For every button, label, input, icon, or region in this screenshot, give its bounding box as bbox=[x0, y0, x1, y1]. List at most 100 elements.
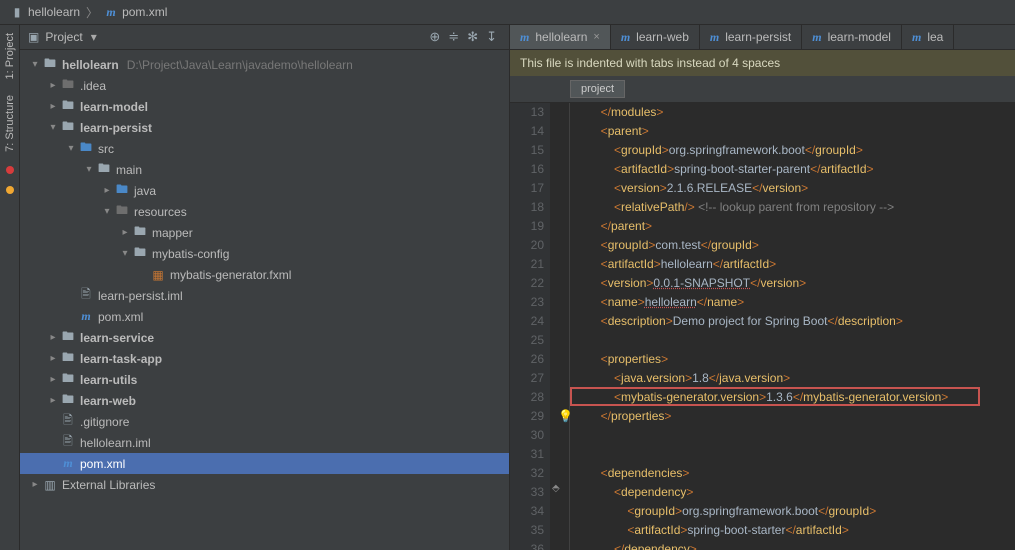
editor-breadcrumb-chip[interactable]: project bbox=[570, 80, 625, 98]
tree-arrow-icon[interactable] bbox=[46, 80, 60, 91]
fold-marker-icon[interactable]: ⬘ bbox=[552, 483, 560, 494]
tree-node[interactable]: 🖿learn-utils bbox=[20, 369, 509, 390]
line-number: 25 bbox=[510, 331, 544, 350]
settings-icon[interactable]: ✻ bbox=[467, 29, 478, 45]
code-line[interactable]: <description>Demo project for Spring Boo… bbox=[574, 312, 1015, 331]
tree-node[interactable]: 🖿learn-web bbox=[20, 390, 509, 411]
code-area[interactable]: 1314151617181920212223242526272829303132… bbox=[510, 103, 1015, 550]
close-icon[interactable]: × bbox=[593, 31, 599, 43]
tree-arrow-icon[interactable] bbox=[118, 227, 132, 238]
folder-icon: 🖿 bbox=[60, 390, 76, 411]
tree-arrow-icon[interactable] bbox=[100, 185, 114, 196]
tree-arrow-icon[interactable] bbox=[82, 164, 96, 175]
code-line[interactable]: </dependency> bbox=[574, 540, 1015, 550]
project-tree[interactable]: 🖿hellolearnD:\Project\Java\Learn\javadem… bbox=[20, 50, 509, 550]
code-line[interactable]: <artifactId>hellolearn</artifactId> bbox=[574, 255, 1015, 274]
breadcrumb-bar: ▮ hellolearn 〉 m pom.xml bbox=[0, 0, 1015, 25]
tree-node[interactable]: 🖿mapper bbox=[20, 222, 509, 243]
tree-node[interactable]: mpom.xml bbox=[20, 453, 509, 474]
code-line[interactable]: <groupId>org.springframework.boot</group… bbox=[574, 502, 1015, 521]
code-line[interactable]: <dependencies> bbox=[574, 464, 1015, 483]
code-line[interactable]: </parent> bbox=[574, 217, 1015, 236]
maven-icon: m bbox=[520, 30, 529, 45]
tree-arrow-icon[interactable] bbox=[46, 332, 60, 343]
tree-arrow-icon[interactable] bbox=[46, 353, 60, 364]
code-line[interactable]: <properties> bbox=[574, 350, 1015, 369]
tree-node[interactable]: ▥External Libraries bbox=[20, 474, 509, 495]
tree-arrow-icon[interactable] bbox=[100, 206, 114, 217]
line-number: 33 bbox=[510, 483, 544, 502]
src-icon: 🖿 bbox=[78, 138, 94, 159]
code-line[interactable]: <artifactId>spring-boot-starter-parent</… bbox=[574, 160, 1015, 179]
tree-node[interactable]: 🖿mybatis-config bbox=[20, 243, 509, 264]
tree-arrow-icon[interactable] bbox=[46, 122, 60, 133]
tree-node[interactable]: 🖹hellolearn.iml bbox=[20, 432, 509, 453]
code-line[interactable]: </modules> bbox=[574, 103, 1015, 122]
code-line[interactable]: <relativePath/> <!-- lookup parent from … bbox=[574, 198, 1015, 217]
tree-node[interactable]: 🖹learn-persist.iml bbox=[20, 285, 509, 306]
code-line[interactable]: <name>hellolearn</name> bbox=[574, 293, 1015, 312]
code-line[interactable]: <version>0.0.1-SNAPSHOT</version> bbox=[574, 274, 1015, 293]
project-pane-header: ▣ Project ▾ ⊕ ≑ ✻ ↧ bbox=[20, 25, 509, 50]
code-line[interactable]: <artifactId>spring-boot-starter</artifac… bbox=[574, 521, 1015, 540]
tree-arrow-icon[interactable] bbox=[46, 395, 60, 406]
chevron-down-icon[interactable]: ▾ bbox=[91, 30, 97, 44]
code-line[interactable]: <dependency> bbox=[574, 483, 1015, 502]
tree-node-label: External Libraries bbox=[62, 478, 155, 492]
line-number: 14 bbox=[510, 122, 544, 141]
tree-arrow-icon[interactable] bbox=[64, 143, 78, 154]
code-line[interactable]: <java.version>1.8</java.version> bbox=[574, 369, 1015, 388]
code-line[interactable]: <parent> bbox=[574, 122, 1015, 141]
tree-node[interactable]: 🖿learn-model bbox=[20, 96, 509, 117]
breadcrumb-root-label: hellolearn bbox=[28, 5, 80, 19]
tree-arrow-icon[interactable] bbox=[28, 479, 42, 490]
tree-node-label: learn-utils bbox=[80, 373, 137, 387]
editor-tab[interactable]: mhellolearn× bbox=[510, 25, 611, 49]
tree-node[interactable]: ▦mybatis-generator.fxml bbox=[20, 264, 509, 285]
tree-arrow-icon[interactable] bbox=[28, 59, 42, 70]
tree-arrow-icon[interactable] bbox=[118, 248, 132, 259]
intention-bulb-icon[interactable]: 💡 bbox=[558, 407, 573, 426]
tree-node[interactable]: 🖿main bbox=[20, 159, 509, 180]
code-line[interactable] bbox=[574, 426, 1015, 445]
code-line[interactable]: <version>2.1.6.RELEASE</version> bbox=[574, 179, 1015, 198]
code-line[interactable]: </properties>💡 bbox=[574, 407, 1015, 426]
breadcrumb-root[interactable]: ▮ hellolearn bbox=[6, 5, 84, 19]
tree-arrow-icon[interactable] bbox=[46, 101, 60, 112]
line-number: 13 bbox=[510, 103, 544, 122]
editor-tab[interactable]: mlea bbox=[902, 25, 954, 49]
tree-node[interactable]: 🖿learn-persist bbox=[20, 117, 509, 138]
breadcrumb-file[interactable]: m pom.xml bbox=[100, 5, 171, 19]
scroll-from-source-icon[interactable]: ⊕ bbox=[429, 29, 440, 45]
code-line[interactable]: <mybatis-generator.version>1.3.6</mybati… bbox=[574, 388, 1015, 407]
status-dot-icon bbox=[6, 186, 14, 194]
tree-node[interactable]: mpom.xml bbox=[20, 306, 509, 327]
tree-node[interactable]: 🖿.idea bbox=[20, 75, 509, 96]
fold-column[interactable]: ⬘ bbox=[550, 103, 570, 550]
code-line[interactable] bbox=[574, 445, 1015, 464]
indent-warning-banner[interactable]: This file is indented with tabs instead … bbox=[510, 50, 1015, 76]
tool-tab-project[interactable]: 1: Project bbox=[2, 25, 18, 87]
tree-node[interactable]: 🖿resources bbox=[20, 201, 509, 222]
tool-tab-structure[interactable]: 7: Structure bbox=[2, 87, 18, 160]
editor-tab[interactable]: mlearn-persist bbox=[700, 25, 802, 49]
tree-arrow-icon[interactable] bbox=[46, 374, 60, 385]
collapse-all-icon[interactable]: ≑ bbox=[448, 29, 459, 45]
tree-node[interactable]: 🖿java bbox=[20, 180, 509, 201]
folder-icon: 🖿 bbox=[60, 96, 76, 117]
code-line[interactable] bbox=[574, 331, 1015, 350]
tree-node[interactable]: 🖿hellolearnD:\Project\Java\Learn\javadem… bbox=[20, 54, 509, 75]
editor-tab[interactable]: mlearn-model bbox=[802, 25, 902, 49]
tree-node-path: D:\Project\Java\Learn\javademo\hellolear… bbox=[127, 58, 353, 72]
code-line[interactable]: <groupId>org.springframework.boot</group… bbox=[574, 141, 1015, 160]
m-icon: m bbox=[60, 456, 76, 471]
tree-node[interactable]: 🖹.gitignore bbox=[20, 411, 509, 432]
code-content[interactable]: </modules> <parent> <groupId>org.springf… bbox=[570, 103, 1015, 550]
tree-node[interactable]: 🖿learn-task-app bbox=[20, 348, 509, 369]
line-number: 15 bbox=[510, 141, 544, 160]
code-line[interactable]: <groupId>com.test</groupId> bbox=[574, 236, 1015, 255]
tree-node[interactable]: 🖿learn-service bbox=[20, 327, 509, 348]
hide-icon[interactable]: ↧ bbox=[486, 29, 497, 45]
tree-node[interactable]: 🖿src bbox=[20, 138, 509, 159]
editor-tab[interactable]: mlearn-web bbox=[611, 25, 700, 49]
